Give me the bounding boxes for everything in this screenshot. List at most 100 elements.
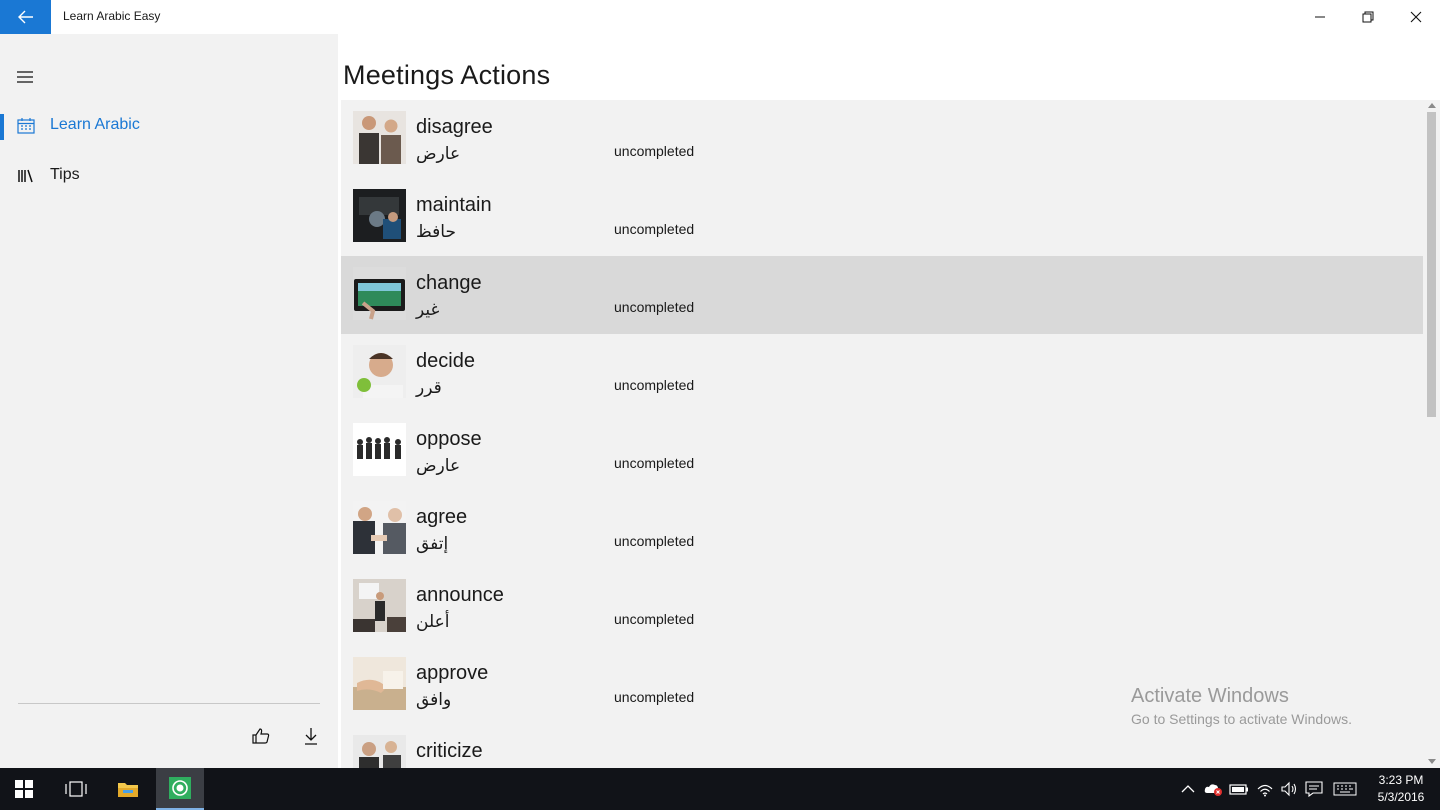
touch-keyboard-button[interactable] bbox=[1332, 780, 1358, 798]
word-arabic: عارض bbox=[416, 456, 461, 476]
speaker-icon bbox=[1281, 781, 1297, 797]
word-thumbnail bbox=[353, 579, 406, 632]
word-english: decide bbox=[416, 350, 475, 372]
clock-time: 3:23 PM bbox=[1378, 773, 1424, 787]
status-text: uncompleted bbox=[614, 221, 695, 237]
list-item[interactable]: disagree عارض uncompleted bbox=[341, 100, 1423, 178]
word-arabic: حافظ bbox=[416, 222, 456, 242]
file-explorer-button[interactable] bbox=[104, 768, 152, 810]
scrollbar[interactable] bbox=[1423, 100, 1440, 768]
battery-tray-button[interactable] bbox=[1229, 780, 1249, 798]
status-text: uncompleted bbox=[614, 611, 695, 627]
rate-button[interactable] bbox=[249, 724, 273, 748]
sidebar-item-tips[interactable]: Tips bbox=[0, 156, 338, 200]
word-thumbnail bbox=[353, 189, 406, 242]
list-item[interactable]: criticize bbox=[341, 724, 1423, 768]
main-content: Meetings Actions disagree عارض uncomplet… bbox=[338, 34, 1440, 768]
cloud-error-icon bbox=[1204, 784, 1222, 796]
word-thumbnail bbox=[353, 345, 406, 398]
activate-windows-watermark: Activate Windows Go to Settings to activ… bbox=[1131, 685, 1352, 727]
word-arabic: غير bbox=[416, 300, 440, 320]
sidebar-item-learn-arabic[interactable]: Learn Arabic bbox=[0, 106, 338, 150]
word-english: change bbox=[416, 272, 482, 294]
calendar-icon bbox=[16, 116, 36, 136]
task-view-icon bbox=[65, 781, 87, 797]
hamburger-icon bbox=[17, 71, 33, 83]
selection-indicator bbox=[0, 114, 4, 140]
onedrive-tray-button[interactable] bbox=[1204, 780, 1224, 798]
library-icon bbox=[16, 166, 36, 186]
hamburger-menu-button[interactable] bbox=[14, 66, 38, 90]
task-view-button[interactable] bbox=[52, 768, 100, 810]
sidebar-item-label: Tips bbox=[50, 166, 80, 183]
windows-logo-icon bbox=[15, 780, 33, 798]
folder-icon bbox=[118, 783, 138, 797]
list-item[interactable]: agree إتفق uncompleted bbox=[341, 490, 1423, 568]
word-arabic: قرر bbox=[416, 378, 442, 398]
scroll-up-icon[interactable] bbox=[1427, 101, 1436, 109]
watermark-title: Activate Windows bbox=[1131, 685, 1289, 707]
word-arabic: أعلن bbox=[416, 612, 450, 632]
battery-icon bbox=[1229, 784, 1248, 795]
keyboard-icon bbox=[1333, 782, 1357, 796]
restore-icon bbox=[1362, 11, 1374, 23]
list-item[interactable]: maintain حافظ uncompleted bbox=[341, 178, 1423, 256]
sidebar: Learn Arabic Tips bbox=[0, 34, 338, 768]
volume-tray-button[interactable] bbox=[1279, 780, 1299, 798]
status-text: uncompleted bbox=[614, 299, 695, 315]
thumbs-up-icon bbox=[252, 728, 270, 744]
show-hidden-icons-button[interactable] bbox=[1178, 780, 1198, 798]
word-english: criticize bbox=[416, 740, 483, 762]
word-thumbnail bbox=[353, 423, 406, 476]
title-bar: Learn Arabic Easy bbox=[0, 0, 1440, 34]
word-arabic: إتفق bbox=[416, 534, 449, 554]
word-arabic: عارض bbox=[416, 144, 461, 164]
start-button[interactable] bbox=[0, 768, 48, 810]
app-title: Learn Arabic Easy bbox=[63, 9, 161, 23]
status-text: uncompleted bbox=[614, 533, 695, 549]
word-arabic: وافق bbox=[416, 690, 452, 710]
word-thumbnail bbox=[353, 111, 406, 164]
sidebar-item-label: Learn Arabic bbox=[50, 116, 140, 133]
word-english: agree bbox=[416, 506, 468, 528]
status-text: uncompleted bbox=[614, 455, 695, 471]
action-center-button[interactable] bbox=[1304, 780, 1324, 798]
download-button[interactable] bbox=[299, 724, 323, 748]
word-english: maintain bbox=[416, 194, 492, 216]
word-thumbnail bbox=[353, 735, 406, 768]
notification-icon bbox=[1305, 781, 1323, 797]
download-icon bbox=[305, 728, 317, 745]
chevron-up-icon bbox=[1181, 785, 1195, 793]
minimize-icon bbox=[1315, 16, 1325, 18]
status-text: uncompleted bbox=[614, 143, 695, 159]
arrow-left-icon bbox=[17, 10, 33, 24]
page-title: Meetings Actions bbox=[343, 60, 551, 90]
wifi-icon bbox=[1257, 784, 1273, 797]
word-english: disagree bbox=[416, 116, 493, 138]
list-item[interactable]: change غير uncompleted bbox=[341, 256, 1423, 334]
word-list: disagree عارض uncompleted maintain حافظ … bbox=[341, 100, 1423, 768]
back-button[interactable] bbox=[0, 0, 51, 34]
sidebar-divider bbox=[18, 703, 320, 704]
word-english: announce bbox=[416, 584, 504, 606]
watermark-subtitle: Go to Settings to activate Windows. bbox=[1131, 711, 1352, 727]
clock-date: 5/3/2016 bbox=[1377, 790, 1425, 804]
word-thumbnail bbox=[353, 501, 406, 554]
list-item[interactable]: oppose عارض uncompleted bbox=[341, 412, 1423, 490]
clock[interactable]: 3:23 PM 5/3/2016 bbox=[1366, 772, 1436, 806]
app-icon bbox=[169, 777, 191, 799]
scroll-down-icon[interactable] bbox=[1427, 757, 1436, 765]
list-item[interactable]: decide قرر uncompleted bbox=[341, 334, 1423, 412]
status-text: uncompleted bbox=[614, 689, 695, 705]
word-english: approve bbox=[416, 662, 489, 684]
scrollbar-thumb[interactable] bbox=[1427, 112, 1436, 417]
close-button[interactable] bbox=[1392, 0, 1440, 34]
restore-button[interactable] bbox=[1344, 0, 1392, 34]
word-thumbnail bbox=[353, 267, 406, 320]
learn-arabic-app-button[interactable] bbox=[156, 768, 204, 810]
word-english: oppose bbox=[416, 428, 482, 450]
taskbar: 3:23 PM 5/3/2016 bbox=[0, 768, 1440, 810]
minimize-button[interactable] bbox=[1296, 0, 1344, 34]
network-tray-button[interactable] bbox=[1255, 780, 1275, 798]
list-item[interactable]: announce أعلن uncompleted bbox=[341, 568, 1423, 646]
